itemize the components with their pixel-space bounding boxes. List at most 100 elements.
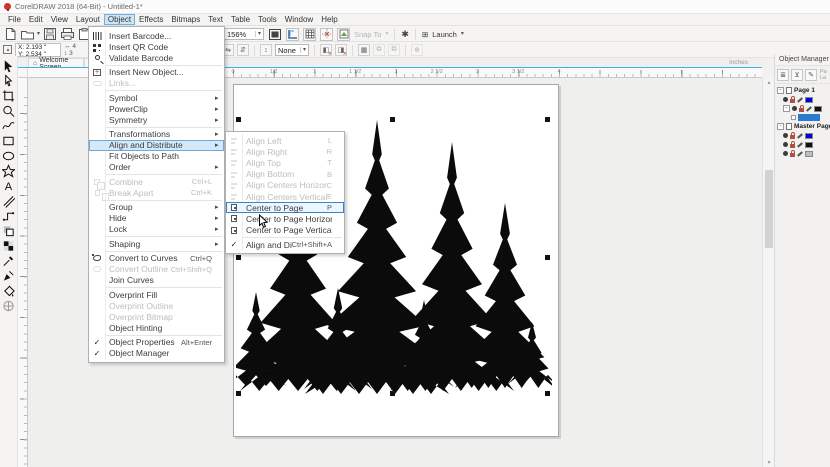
object-menu-item-symmetry[interactable]: Symmetry▸ [89, 114, 224, 125]
expand-icon[interactable]: - [783, 105, 790, 112]
scrollbar-thumb[interactable] [765, 170, 773, 248]
crop-tool-icon[interactable] [1, 88, 17, 103]
object-menu-item-object-properties[interactable]: ✓Object PropertiesAlt+Enter [89, 337, 224, 348]
object-size-fields[interactable]: ↔ 4 ↕ 3 [64, 43, 88, 57]
object-menu-item-insert-new-object[interactable]: Insert New Object... [89, 67, 224, 78]
print-button[interactable] [60, 28, 74, 41]
object-menu-item-insert-barcode[interactable]: Insert Barcode... [89, 30, 224, 41]
launch-button[interactable]: Launch [432, 30, 457, 39]
om-layer-row[interactable] [775, 149, 830, 158]
object-menu-item-overprint-bitmap[interactable]: Overprint Bitmap [89, 311, 224, 322]
align-submenu-item-align-bottom[interactable]: Align BottomB [226, 169, 344, 180]
object-width-field[interactable]: 4 [72, 43, 76, 50]
edit-pencil-icon[interactable] [797, 133, 803, 138]
text-tool-icon[interactable]: A [1, 178, 17, 193]
object-menu-item-validate-barcode[interactable]: Validate Barcode [89, 52, 224, 63]
selection-handle[interactable] [236, 255, 241, 260]
edit-pencil-icon[interactable] [797, 97, 803, 102]
object-menu-item-group[interactable]: Group▸ [89, 202, 224, 213]
selection-handle[interactable] [390, 391, 395, 396]
selection-handle[interactable] [236, 117, 241, 122]
vertical-ruler[interactable] [18, 78, 28, 467]
add-perspective-button[interactable]: ⊕ [411, 44, 423, 56]
om-layer-row[interactable] [775, 95, 830, 104]
visibility-eye-icon[interactable] [783, 151, 788, 156]
unlink-button[interactable]: ⧉ [388, 44, 400, 56]
align-submenu-item-align-and-distribute[interactable]: ✓Align and DistributeCtrl+Shift+A [226, 239, 344, 250]
lock-icon[interactable] [790, 99, 795, 103]
object-menu-item-shaping[interactable]: Shaping▸ [89, 238, 224, 249]
open-caret-icon[interactable]: ▾ [37, 31, 40, 37]
selection-handle[interactable] [545, 255, 550, 260]
selection-handle[interactable] [390, 117, 395, 122]
parallel-dimension-tool-icon[interactable] [1, 193, 17, 208]
view-mode-button[interactable] [337, 28, 350, 41]
align-submenu-item-center-to-page[interactable]: Center to PageP [226, 202, 344, 213]
no-outline-button[interactable]: ◨ [335, 44, 347, 56]
shape-tool-icon[interactable] [1, 73, 17, 88]
ruler-corner[interactable] [18, 68, 28, 78]
zoom-level-combo[interactable]: 156% ▾ [224, 28, 264, 40]
link-button[interactable]: ⧉ [373, 44, 385, 56]
om-layer-row[interactable] [775, 131, 830, 140]
launch-caret-icon[interactable]: ▾ [461, 31, 464, 37]
object-menu-item-symbol[interactable]: Symbol▸ [89, 92, 224, 103]
align-submenu-item-align-right[interactable]: Align RightR [226, 146, 344, 157]
lock-icon[interactable] [790, 135, 795, 139]
vertical-scrollbar[interactable]: ▴ ▾ [762, 78, 774, 467]
om-page-page-1[interactable]: -Page 1 [775, 86, 830, 95]
menu-text[interactable]: Text [204, 14, 227, 25]
object-menu-item-convert-outline-to-object[interactable]: Convert Outline to ObjectCtrl+Shift+Q [89, 264, 224, 275]
object-menu-item-object-hinting[interactable]: Object Hinting [89, 322, 224, 333]
grid-toggle-button[interactable] [303, 28, 316, 41]
menu-layout[interactable]: Layout [72, 14, 104, 25]
menu-effects[interactable]: Effects [135, 14, 167, 25]
save-button[interactable] [43, 28, 57, 41]
edit-pencil-icon[interactable] [806, 106, 812, 111]
menu-edit[interactable]: Edit [25, 14, 47, 25]
edit-pencil-icon[interactable] [797, 151, 803, 156]
expand-icon[interactable]: - [777, 87, 784, 94]
freehand-tool-icon[interactable] [1, 118, 17, 133]
guidelines-toggle-button[interactable] [320, 28, 333, 41]
transparency-tool-icon[interactable] [1, 238, 17, 253]
layer-manager-view-button[interactable]: ≣ [777, 69, 789, 81]
om-layer-row[interactable] [775, 140, 830, 149]
object-menu-item-overprint-outline[interactable]: Overprint Outline [89, 300, 224, 311]
selection-handle[interactable] [545, 117, 550, 122]
new-layer-button[interactable]: ⊻ [791, 69, 803, 81]
polygon-tool-icon[interactable] [1, 163, 17, 178]
menu-help[interactable]: Help [317, 14, 341, 25]
align-submenu-item-align-top[interactable]: Align TopT [226, 157, 344, 168]
object-position-fields[interactable]: X: 2.193 " Y: 2.534 " [15, 43, 61, 57]
edit-pencil-icon[interactable] [797, 142, 803, 147]
menu-tools[interactable]: Tools [254, 14, 281, 25]
rulers-toggle-button[interactable] [286, 28, 299, 41]
selection-handle[interactable] [545, 391, 550, 396]
wrap-paragraph-text-button[interactable]: ▦ [358, 44, 370, 56]
om-layer-row[interactable]: - [775, 104, 830, 113]
menu-file[interactable]: File [4, 14, 25, 25]
open-button[interactable] [20, 28, 34, 41]
outline-width-select[interactable]: None ▾ [275, 44, 309, 56]
expand-icon[interactable]: - [777, 123, 784, 130]
om-selected-object-row[interactable] [775, 113, 830, 122]
snap-to-caret-icon[interactable]: ▾ [385, 31, 388, 37]
object-menu-item-convert-to-curves[interactable]: Convert to CurvesCtrl+Q [89, 253, 224, 264]
interactive-fill-tool-icon[interactable] [1, 298, 17, 313]
visibility-eye-icon[interactable] [783, 142, 788, 147]
options-gear-icon[interactable]: ✱ [401, 29, 409, 40]
object-menu-item-hide[interactable]: Hide▸ [89, 213, 224, 224]
object-menu-item-transformations[interactable]: Transformations▸ [89, 129, 224, 140]
connector-tool-icon[interactable] [1, 208, 17, 223]
menu-table[interactable]: Table [227, 14, 254, 25]
align-submenu-item-center-to-page-vertically[interactable]: Center to Page Vertically [226, 225, 344, 236]
object-menu-item-align-and-distribute[interactable]: Align and Distribute▸ [89, 140, 224, 151]
object-menu-item-powerclip[interactable]: PowerClip▸ [89, 103, 224, 114]
lock-icon[interactable] [799, 108, 804, 112]
object-menu-item-join-curves[interactable]: Join Curves [89, 275, 224, 286]
object-menu-item-object-manager[interactable]: ✓Object Manager [89, 348, 224, 359]
menu-view[interactable]: View [47, 14, 72, 25]
outline-pen-tool-icon[interactable] [1, 268, 17, 283]
object-menu-item-combine[interactable]: CombineCtrl+L [89, 176, 224, 187]
